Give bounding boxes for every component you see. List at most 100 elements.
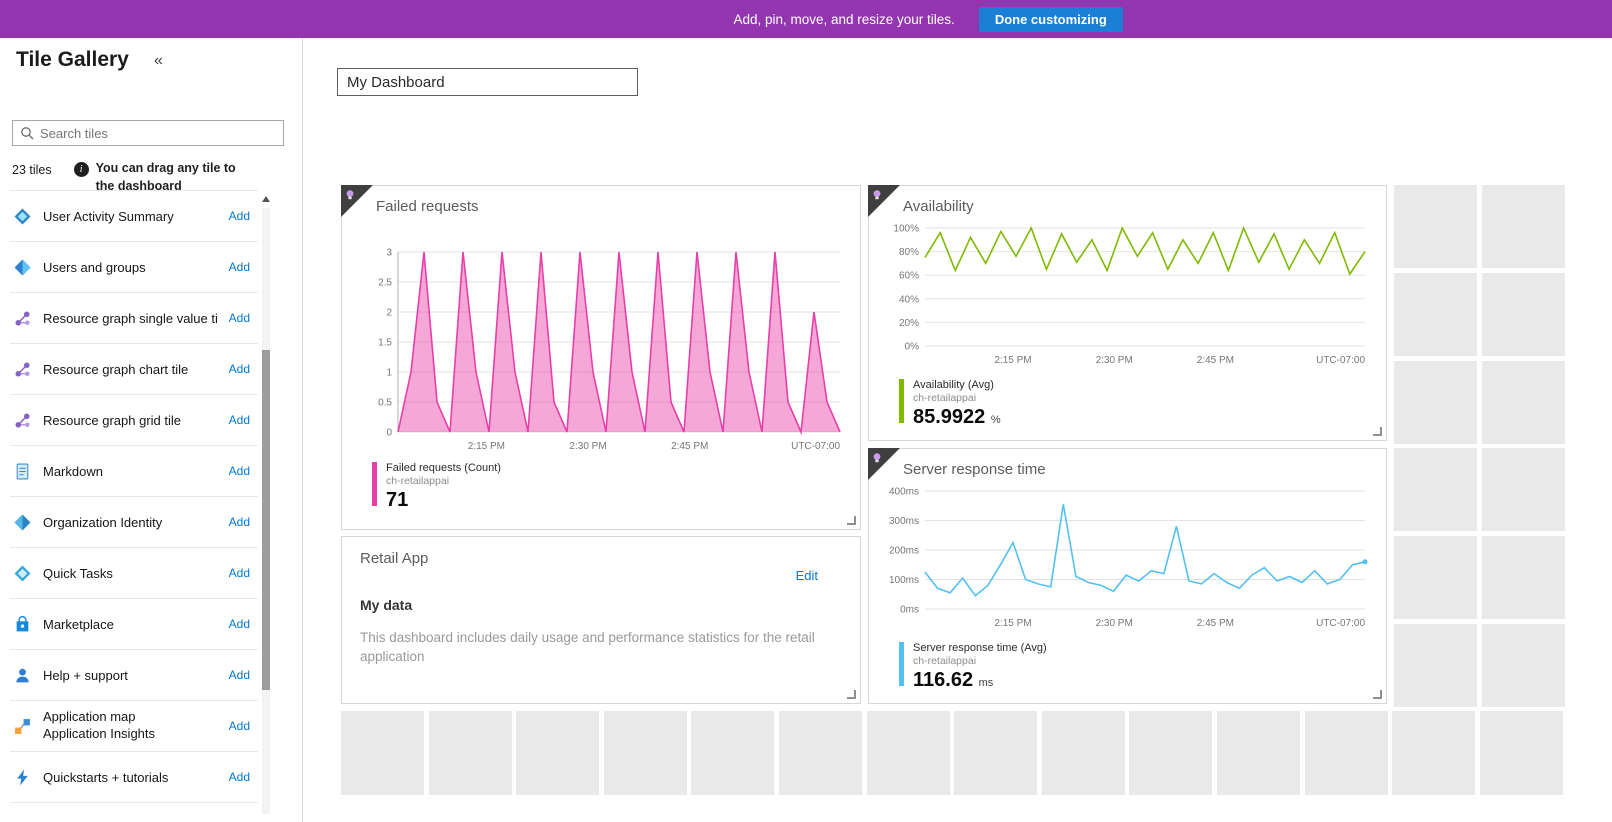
svg-text:0%: 0% — [905, 342, 920, 353]
org-identity-icon — [14, 514, 32, 531]
app-insights-icon — [871, 451, 883, 469]
empty-grid-cell — [1482, 448, 1565, 531]
tile-gallery-item-application-map[interactable]: Application map Application Insights Add — [10, 701, 258, 752]
tile-gallery-item-org-identity[interactable]: Organization Identity Add — [10, 497, 258, 548]
tile-gallery-item-rg-grid[interactable]: Resource graph grid tile Add — [10, 395, 258, 446]
empty-grid-cell — [779, 711, 862, 795]
tile-list: User Activity Summary Add Users and grou… — [10, 190, 258, 822]
availability-chart: 100%80%60%40%20%0%2:15 PM2:30 PM2:45 PMU… — [879, 218, 1377, 372]
resize-handle[interactable] — [1373, 427, 1382, 436]
tile-gallery-item-label: Organization Identity — [43, 515, 218, 530]
tile-gallery-panel: Tile Gallery « 23 tiles i You can drag a… — [0, 38, 303, 822]
empty-grid-cell — [429, 711, 512, 795]
add-tile-link[interactable]: Add — [229, 362, 254, 376]
tile-gallery-item-label-line1: Application map — [43, 709, 218, 726]
empty-grid-cell — [1480, 711, 1563, 795]
svg-text:60%: 60% — [899, 271, 919, 282]
legend-color-bar — [899, 379, 904, 423]
svg-text:2:30 PM: 2:30 PM — [569, 441, 606, 452]
tile-gallery-item-users-groups[interactable]: Users and groups Add — [10, 242, 258, 293]
empty-grid-cell — [691, 711, 774, 795]
tile-gallery-item-marketplace[interactable]: Marketplace Add — [10, 599, 258, 650]
add-tile-link[interactable]: Add — [229, 209, 254, 223]
empty-grid-cell — [867, 711, 950, 795]
svg-text:40%: 40% — [899, 294, 919, 305]
user-activity-icon — [14, 208, 32, 225]
add-tile-link[interactable]: Add — [229, 464, 254, 478]
legend-value: 116.62 ms — [913, 669, 1047, 692]
svg-text:UTC-07:00: UTC-07:00 — [791, 441, 840, 452]
svg-text:2.5: 2.5 — [378, 278, 392, 289]
add-tile-link[interactable]: Add — [229, 566, 254, 580]
tile-failed-requests[interactable]: Failed requests 32.521.510.502:15 PM2:30… — [341, 185, 861, 530]
svg-text:80%: 80% — [899, 247, 919, 258]
tile-gallery-item-user-activity[interactable]: User Activity Summary Add — [10, 191, 258, 242]
empty-grid-cell — [1394, 448, 1477, 531]
add-tile-link[interactable]: Add — [229, 617, 254, 631]
resize-handle[interactable] — [847, 690, 856, 699]
tile-gallery-title: Tile Gallery — [16, 48, 129, 72]
tile-gallery-item-rg-chart[interactable]: Resource graph chart tile Add — [10, 344, 258, 395]
resource-graph-icon — [14, 361, 32, 378]
tile-gallery-item-label: Users and groups — [43, 260, 218, 275]
empty-grid-cell — [1394, 273, 1477, 356]
svg-text:300ms: 300ms — [889, 516, 919, 527]
collapse-panel-icon[interactable]: « — [154, 52, 163, 70]
failed-requests-chart: 32.521.510.502:15 PM2:30 PM2:45 PMUTC-07… — [352, 242, 852, 458]
tile-retail-app-markdown[interactable]: Retail App Edit My data This dashboard i… — [341, 536, 861, 704]
tile-search-input[interactable] — [40, 126, 276, 141]
add-tile-link[interactable]: Add — [229, 719, 254, 733]
tile-gallery-item-label: Markdown — [43, 464, 218, 479]
empty-grid-cell — [1394, 185, 1477, 268]
tile-title: Server response time — [903, 461, 1046, 478]
tile-availability[interactable]: Availability 100%80%60%40%20%0%2:15 PM2:… — [868, 185, 1387, 441]
tile-gallery-item-label: Application map Application Insights — [43, 709, 218, 743]
legend-title: Availability (Avg) — [913, 379, 1001, 391]
add-tile-link[interactable]: Add — [229, 668, 254, 682]
chart-legend: Availability (Avg) ch-retailappai 85.992… — [899, 379, 1001, 429]
quick-tasks-icon — [14, 565, 32, 582]
svg-text:0: 0 — [386, 428, 392, 439]
tile-gallery-item-markdown[interactable]: Markdown Add — [10, 446, 258, 497]
tile-gallery-item-rg-single-value[interactable]: Resource graph single value ti... Add — [10, 293, 258, 344]
banner-message: Add, pin, move, and resize your tiles. — [733, 12, 954, 27]
resource-graph-icon — [14, 412, 32, 429]
tile-gallery-item-label: User Activity Summary — [43, 209, 218, 224]
edit-link[interactable]: Edit — [796, 568, 818, 583]
svg-text:20%: 20% — [899, 318, 919, 329]
tile-search-box[interactable] — [12, 120, 284, 146]
svg-text:2:15 PM: 2:15 PM — [994, 618, 1031, 629]
empty-grid-cell — [1482, 624, 1565, 707]
svg-text:2:45 PM: 2:45 PM — [1197, 355, 1234, 366]
tile-gallery-item-quickstarts[interactable]: Quickstarts + tutorials Add — [10, 752, 258, 803]
add-tile-link[interactable]: Add — [229, 515, 254, 529]
svg-text:0ms: 0ms — [900, 605, 919, 616]
markdown-heading: My data — [360, 597, 412, 613]
users-groups-icon — [14, 259, 32, 276]
chart-legend: Failed requests (Count) ch-retailappai 7… — [372, 462, 501, 512]
tile-gallery-item-label: Quickstarts + tutorials — [43, 770, 218, 785]
resize-handle[interactable] — [1373, 690, 1382, 699]
tile-gallery-item-quick-tasks[interactable]: Quick Tasks Add — [10, 548, 258, 599]
app-insights-icon — [871, 188, 883, 206]
add-tile-link[interactable]: Add — [229, 770, 254, 784]
markdown-icon — [14, 463, 32, 480]
add-tile-link[interactable]: Add — [229, 311, 254, 325]
tile-gallery-item-help-support[interactable]: Help + support Add — [10, 650, 258, 701]
dashboard-title-input[interactable] — [337, 68, 638, 96]
tile-gallery-item-label: Resource graph single value ti... — [43, 311, 218, 326]
add-tile-link[interactable]: Add — [229, 260, 254, 274]
help-support-icon — [14, 667, 32, 684]
tile-list-scrollbar[interactable] — [262, 208, 270, 814]
done-customizing-button[interactable]: Done customizing — [979, 7, 1123, 32]
svg-text:3: 3 — [386, 248, 392, 259]
tile-server-response-time[interactable]: Server response time 400ms300ms200ms100m… — [868, 448, 1387, 704]
scrollbar-up-icon[interactable] — [262, 196, 270, 202]
resize-handle[interactable] — [847, 516, 856, 525]
empty-grid-cell — [1392, 711, 1475, 795]
resource-graph-icon — [14, 310, 32, 327]
legend-title: Server response time (Avg) — [913, 642, 1047, 654]
scrollbar-thumb[interactable] — [262, 350, 270, 690]
add-tile-link[interactable]: Add — [229, 413, 254, 427]
markdown-body: This dashboard includes daily usage and … — [360, 629, 846, 667]
